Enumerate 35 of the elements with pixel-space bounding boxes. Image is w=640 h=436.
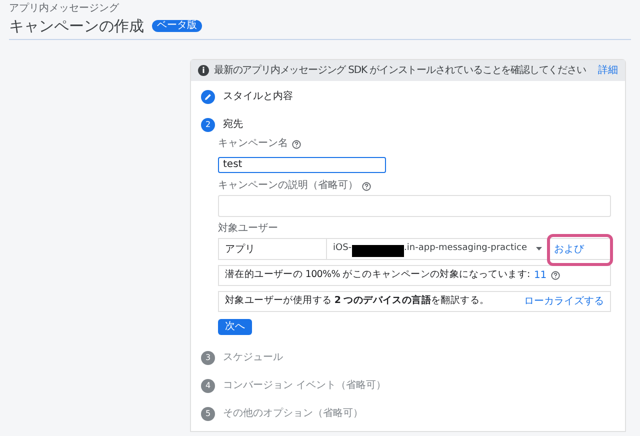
- help-icon[interactable]: [550, 271, 560, 280]
- help-icon[interactable]: [292, 140, 301, 148]
- step-title[interactable]: スケジュール: [223, 350, 283, 365]
- app-prefix: iOS-: [333, 242, 352, 256]
- notice-text: 最新のアプリ内メッセージング SDK がインストールされていることを確認してください: [214, 64, 586, 78]
- dropdown-caret-icon[interactable]: [536, 247, 542, 251]
- beta-badge: ベータ版: [152, 20, 202, 32]
- step-number: 2: [201, 118, 215, 132]
- campaign-name-field[interactable]: test: [218, 156, 386, 172]
- step-title[interactable]: コンバージョン イベント（省略可）: [223, 378, 386, 393]
- step-number: 3: [201, 350, 215, 364]
- details-link[interactable]: 詳細: [598, 63, 618, 78]
- and-link[interactable]: および: [554, 242, 584, 256]
- reach-count[interactable]: 11: [534, 268, 547, 283]
- field-label: キャンペーン名: [218, 138, 288, 150]
- help-icon[interactable]: [362, 182, 371, 190]
- app-suffix: .in-app-messaging-practice: [404, 242, 527, 256]
- localize-link[interactable]: ローカライズする: [524, 294, 604, 309]
- step-number: 4: [201, 378, 215, 392]
- step-title[interactable]: その他のオプション（省略可）: [223, 406, 363, 421]
- reach-text: 潜在的ユーザーの 100%% がこのキャンペーンの対象になっています:: [225, 268, 530, 282]
- column-label: アプリ: [219, 239, 327, 259]
- field-label: 対象ユーザー: [218, 223, 279, 235]
- app-select[interactable]: iOS- .in-app-messaging-practice: [327, 239, 527, 259]
- step-title[interactable]: 宛先: [223, 117, 243, 132]
- info-icon: i: [198, 65, 209, 76]
- localize-text: 対象ユーザーが使用する 2 つのデバイスの言語を翻訳する。: [225, 294, 490, 308]
- breadcrumb[interactable]: アプリ内メッセージング: [9, 3, 631, 15]
- next-button[interactable]: 次へ: [218, 318, 252, 334]
- redaction-bar: [352, 245, 404, 257]
- description-field[interactable]: [218, 195, 611, 217]
- field-label: キャンペーンの説明（省略可）: [218, 180, 358, 192]
- step-title[interactable]: スタイルと内容: [223, 89, 293, 104]
- step-number: 5: [201, 406, 215, 420]
- page-title: キャンペーンの作成: [9, 17, 144, 35]
